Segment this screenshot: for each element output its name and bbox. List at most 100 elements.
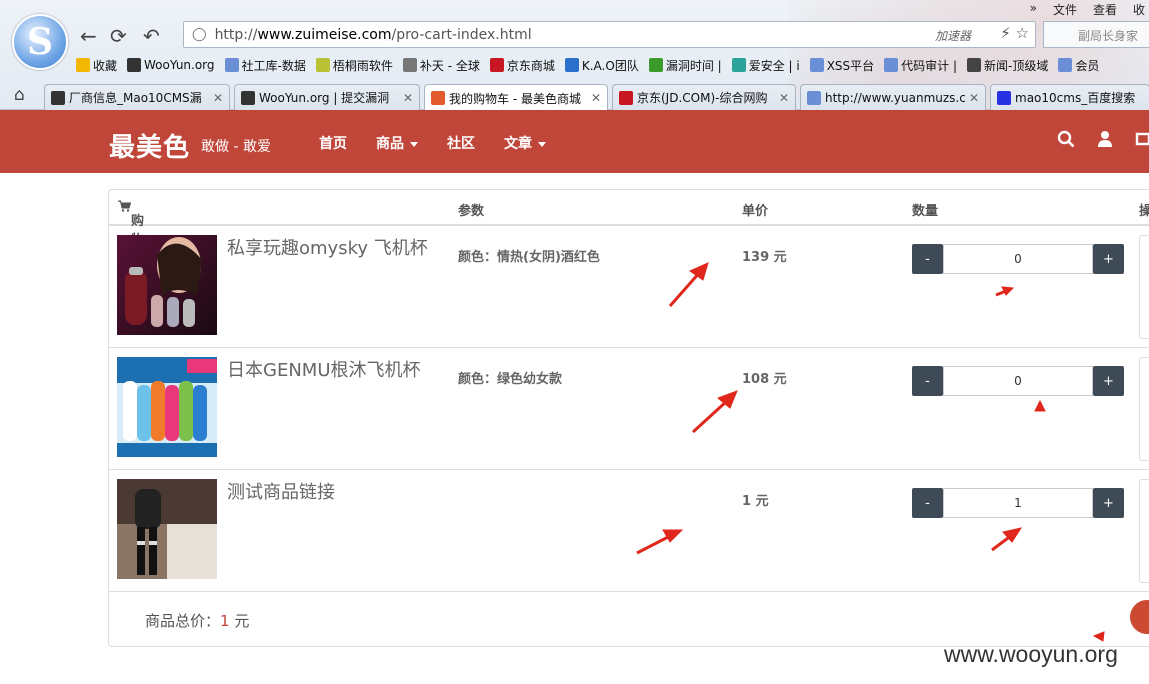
bookmark-item[interactable]: 会员 xyxy=(1058,54,1099,76)
close-icon[interactable]: ✕ xyxy=(779,91,789,105)
row-operation-box[interactable] xyxy=(1139,479,1149,583)
cart-icon xyxy=(118,200,132,212)
accelerator-label[interactable]: 加速器 xyxy=(935,27,971,44)
close-icon[interactable]: ✕ xyxy=(403,91,413,105)
increase-button[interactable]: + xyxy=(1093,488,1124,518)
bookmark-item[interactable]: 收藏 xyxy=(76,54,117,76)
back-arrow-icon[interactable]: ← xyxy=(80,24,97,48)
user-icon[interactable] xyxy=(1097,130,1113,148)
bookmark-item[interactable]: 漏洞时间 | xyxy=(648,54,722,76)
site-menu-item[interactable]: 商品 xyxy=(376,133,418,153)
close-icon[interactable]: ✕ xyxy=(213,91,223,105)
increase-button[interactable]: + xyxy=(1093,366,1124,396)
search-icon[interactable] xyxy=(1057,130,1075,148)
menu-more[interactable]: » xyxy=(1030,1,1037,18)
site-menu-item[interactable]: 文章 xyxy=(504,133,546,153)
product-price: 139 元 xyxy=(742,250,787,265)
product-image[interactable] xyxy=(117,235,217,335)
browser-search-input[interactable]: 副局长身家 xyxy=(1043,21,1149,48)
bookmark-label: K.A.O团队 xyxy=(581,58,639,73)
star-icon[interactable]: ⚡ ☆ xyxy=(1000,24,1029,42)
row-operation-box[interactable] xyxy=(1139,357,1149,461)
product-name[interactable]: 测试商品链接 xyxy=(227,478,335,504)
browser-tab[interactable]: mao10cms_百度搜索 xyxy=(990,84,1149,110)
increase-button[interactable]: + xyxy=(1093,244,1124,274)
menu-favorites[interactable]: 收 xyxy=(1133,1,1145,18)
header-unit-price: 单价 xyxy=(742,204,769,219)
site-menu: 首页 商品 社区 文章 xyxy=(319,133,575,153)
home-icon[interactable]: ⌂ xyxy=(14,85,25,105)
bookmark-label: WooYun.org xyxy=(144,58,215,72)
browser-tab[interactable]: 厂商信息_Mao10CMS漏 ✕ xyxy=(44,84,230,110)
product-image[interactable] xyxy=(117,479,217,579)
undo-icon[interactable]: ↶ xyxy=(143,24,160,48)
url-text[interactable]: http://www.zuimeise.com/pro-cart-index.h… xyxy=(215,27,532,43)
caret-down-icon xyxy=(410,141,418,147)
bookmark-icon xyxy=(809,58,824,72)
bookmark-icon xyxy=(402,58,417,72)
bookmark-item[interactable]: 爱安全 | i xyxy=(731,54,800,76)
bookmark-icon xyxy=(731,58,746,72)
menu-file[interactable]: 文件 xyxy=(1053,1,1077,18)
site-menu-item[interactable]: 首页 xyxy=(319,133,347,153)
quantity-input[interactable]: 0 xyxy=(943,366,1093,396)
tab-favicon-icon xyxy=(431,91,445,105)
bookmark-item[interactable]: 社工库-数据 xyxy=(224,54,306,76)
bookmark-label: 收藏 xyxy=(93,58,118,73)
bookmark-icon xyxy=(648,58,663,72)
bookmark-item[interactable]: 新闻-顶级域 xyxy=(967,54,1048,76)
decrease-button[interactable]: - xyxy=(912,366,943,396)
cart-icon[interactable] xyxy=(1135,130,1149,148)
browser-tab[interactable]: 京东(JD.COM)-综合网购 ✕ xyxy=(612,84,796,110)
browser-logo-icon[interactable]: S xyxy=(12,14,68,70)
bookmark-label: XSS平台 xyxy=(826,58,875,73)
close-icon[interactable]: ✕ xyxy=(591,91,601,105)
header-cart: 购物车 xyxy=(118,200,144,267)
site-menu-item[interactable]: 社区 xyxy=(447,133,475,153)
browser-tab[interactable]: 我的购物车 - 最美色商城 ✕ xyxy=(424,84,608,111)
total-unit: 元 xyxy=(229,612,250,630)
tab-label: mao10cms_百度搜索 xyxy=(1015,91,1136,105)
quantity-input[interactable]: 1 xyxy=(943,488,1093,518)
screenshot: S » 文件 查看 收 ← ⟳ ↶ ◯ http://www.zuimeise.… xyxy=(0,0,1149,684)
site-logo[interactable]: 最美色 xyxy=(109,127,190,164)
bookmark-item[interactable]: 梧桐雨软件 xyxy=(315,54,393,76)
bookmark-label: 新闻-顶级域 xyxy=(984,58,1049,73)
bookmark-label: 会员 xyxy=(1075,58,1100,73)
row-operation-box[interactable] xyxy=(1139,235,1149,339)
product-price: 1 元 xyxy=(742,494,769,509)
header-quantity: 数量 xyxy=(912,204,939,219)
bookmark-item[interactable]: 补天 - 全球 xyxy=(402,54,480,76)
caret-down-icon xyxy=(538,141,546,147)
tab-label: 我的购物车 - 最美色商城 xyxy=(449,91,581,106)
decrease-button[interactable]: - xyxy=(912,244,943,274)
menu-view[interactable]: 查看 xyxy=(1093,1,1117,18)
product-image[interactable] xyxy=(117,357,217,457)
browser-tab[interactable]: http://www.yuanmuzs.c ✕ xyxy=(800,84,986,110)
site-menu-label: 商品 xyxy=(376,136,404,152)
decrease-button[interactable]: - xyxy=(912,488,943,518)
browser-tab[interactable]: WooYun.org | 提交漏洞 ✕ xyxy=(234,84,420,110)
tab-favicon-icon xyxy=(241,90,255,105)
refresh-icon[interactable]: ⟳ xyxy=(110,24,127,48)
product-param: 颜色：绿色幼女款 xyxy=(458,372,563,387)
product-param: 颜色：情热(女阴)酒红色 xyxy=(458,250,600,265)
total-amount: 1 xyxy=(220,612,230,630)
bookmark-item[interactable]: XSS平台 xyxy=(809,54,875,76)
product-name[interactable]: 私享玩趣omysky 飞机杯 xyxy=(227,234,428,260)
quantity-stepper: - 0 + xyxy=(912,366,1124,396)
bookmark-item[interactable]: WooYun.org xyxy=(127,54,215,76)
header-params: 参数 xyxy=(458,204,485,219)
bookmark-item[interactable]: K.A.O团队 xyxy=(564,54,639,76)
bookmark-icon xyxy=(564,58,579,72)
close-icon[interactable]: ✕ xyxy=(969,91,979,105)
product-name[interactable]: 日本GENMU根沐飞机杯 xyxy=(227,356,421,382)
bookmark-icon xyxy=(489,58,504,72)
quantity-input[interactable]: 0 xyxy=(943,244,1093,274)
site-header: 最美色 敢做 - 敢爱 首页 商品 社区 文章 xyxy=(0,110,1149,173)
tab-favicon-icon xyxy=(619,90,633,105)
site-slogan: 敢做 - 敢爱 xyxy=(201,139,271,155)
bookmark-item[interactable]: 京东商城 xyxy=(489,54,555,76)
address-bar[interactable]: ◯ http://www.zuimeise.com/pro-cart-index… xyxy=(183,21,1036,48)
bookmark-item[interactable]: 代码审计 | xyxy=(884,54,957,76)
